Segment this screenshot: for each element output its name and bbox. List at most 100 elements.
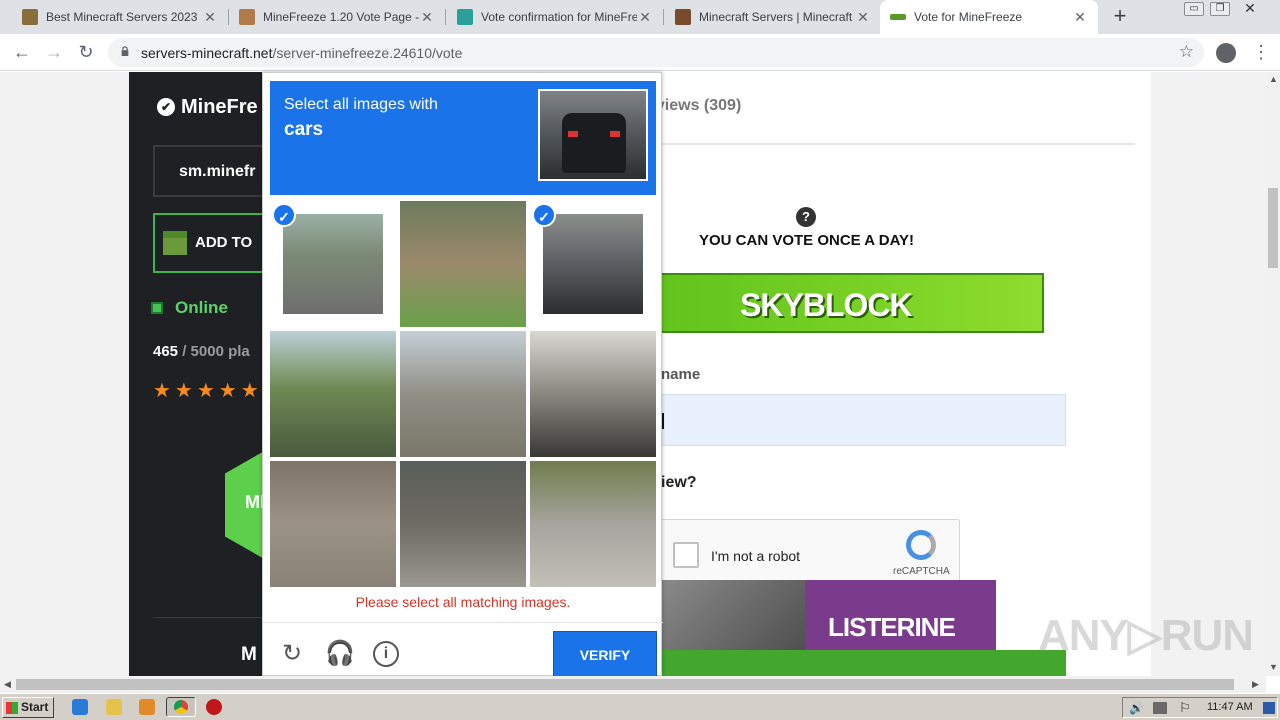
tab-3[interactable]: Minecraft Servers | Minecraft Se ✕ (665, 0, 881, 34)
question-icon[interactable]: ? (796, 207, 816, 227)
captcha-target: cars (284, 119, 324, 140)
url-path: /server-minefreeze.24610/vote (272, 45, 463, 61)
ie-icon[interactable] (72, 699, 88, 715)
tab-favicon-icon (890, 14, 906, 20)
minimize-button[interactable]: ▭ (1184, 2, 1204, 16)
server-banner: SKYBLOCK (658, 273, 1044, 333)
status-dot-icon (151, 302, 163, 314)
captcha-tile[interactable] (270, 331, 396, 457)
captcha-instruction: Select all images with (284, 96, 438, 113)
captcha-tile[interactable] (530, 461, 656, 587)
recaptcha-logo-icon (906, 530, 936, 560)
new-tab-button[interactable]: + (1108, 4, 1132, 28)
restore-button[interactable]: ❐ (1210, 2, 1230, 16)
close-icon[interactable]: ✕ (202, 9, 218, 26)
network-icon[interactable] (1153, 702, 1167, 714)
captcha-tile-image (400, 331, 526, 457)
ad-text: LISTERINE (828, 612, 956, 642)
vote-button-partial[interactable] (660, 650, 1066, 676)
sidebar-bottom-text: M (241, 644, 257, 665)
server-sidebar: ✔ MineFre sm.minefr ADD TO Online 465 / 5… (129, 72, 335, 676)
tab-favicon-icon (22, 9, 38, 25)
captcha-error: Please select all matching images. (355, 594, 571, 610)
tab-4[interactable]: Vote for MineFreeze ✕ (880, 0, 1098, 34)
start-label: Start (21, 700, 49, 714)
captcha-tile[interactable] (400, 331, 526, 457)
url-domain: servers-minecraft.net (141, 45, 273, 61)
captcha-tile[interactable] (400, 201, 526, 327)
captcha-tile[interactable] (400, 461, 526, 587)
menu-kebab-icon[interactable]: ⋮ (1252, 42, 1270, 63)
profile-avatar-icon[interactable] (1216, 43, 1236, 63)
alert-icon[interactable] (206, 699, 222, 715)
taillight (610, 131, 620, 137)
start-button[interactable]: Start (2, 697, 54, 718)
tab-title: Vote confirmation for MineFreez (481, 10, 637, 24)
folder-icon[interactable] (106, 699, 122, 715)
info-icon[interactable]: i (373, 641, 399, 667)
media-player-icon[interactable] (139, 699, 155, 715)
captcha-tile-image (270, 331, 396, 457)
clock: 11:47 AM (1207, 701, 1253, 713)
server-status: Online (151, 298, 228, 318)
tab-title: Vote for MineFreeze (914, 10, 1023, 24)
scroll-up-icon[interactable]: ▲ (1269, 74, 1278, 84)
recaptcha-checkbox[interactable] (673, 542, 699, 568)
username-input[interactable] (661, 394, 1066, 446)
tab-0[interactable]: Best Minecraft Servers 2023 ✕ (12, 0, 228, 34)
server-name: ✔ MineFre (157, 96, 258, 119)
tab-1[interactable]: MineFreeze 1.20 Vote Page - Mi ✕ (229, 0, 445, 34)
username-label: name (661, 366, 701, 383)
scroll-right-icon[interactable]: ▶ (1252, 679, 1259, 690)
captcha-tile[interactable]: ✓ (270, 201, 396, 327)
close-icon[interactable]: ✕ (1072, 9, 1088, 26)
scroll-left-icon[interactable]: ◀ (4, 679, 11, 690)
tab-favicon-icon (457, 9, 473, 25)
close-icon[interactable]: ✕ (855, 9, 871, 26)
vote-note: YOU CAN VOTE ONCE A DAY! (699, 232, 915, 249)
verify-button[interactable]: VERIFY (553, 631, 657, 677)
sample-car (562, 113, 626, 173)
volume-icon[interactable]: 🔊 (1129, 701, 1144, 715)
back-icon[interactable]: ← (10, 40, 34, 64)
show-desktop-icon[interactable] (1263, 702, 1275, 714)
flag-icon[interactable]: ⚐ (1179, 700, 1191, 716)
window-close-button[interactable]: ✕ (1240, 1, 1260, 16)
chrome-task-button[interactable] (166, 697, 196, 717)
close-icon[interactable]: ✕ (637, 9, 653, 26)
scroll-down-icon[interactable]: ▼ (1269, 662, 1278, 672)
address-bar[interactable]: servers-minecraft.net/server-minefreeze.… (108, 38, 1204, 67)
recaptcha-widget: I'm not a robot reCAPTCHA (660, 519, 960, 583)
scroll-thumb[interactable] (16, 679, 1234, 690)
tab-2[interactable]: Vote confirmation for MineFreez ✕ (447, 0, 663, 34)
reload-icon[interactable]: ↻ (277, 639, 307, 669)
review-question: iew? (661, 474, 697, 491)
forward-icon[interactable]: → (42, 40, 66, 64)
captcha-sample-image (538, 89, 648, 181)
watermark: ANY▷RUN (1038, 611, 1254, 660)
players-online: 465 (153, 343, 179, 360)
players-max: / 5000 pla (182, 343, 250, 360)
close-icon[interactable]: ✕ (419, 9, 435, 26)
captcha-tile-image (283, 214, 383, 314)
url-text: servers-minecraft.net/server-minefreeze.… (141, 45, 462, 61)
tab-title: MineFreeze 1.20 Vote Page - Mi (263, 10, 419, 24)
chrome-icon (174, 700, 188, 714)
bookmark-star-icon[interactable]: ☆ (1179, 42, 1194, 62)
browser-toolbar: ← → ↻ servers-minecraft.net/server-minef… (0, 34, 1280, 71)
vertical-scrollbar[interactable]: ▲ ▼ (1266, 72, 1280, 676)
banner-text: SKYBLOCK (740, 287, 913, 323)
captcha-tile-image (530, 331, 656, 457)
reload-icon[interactable]: ↻ (74, 40, 98, 64)
captcha-tile[interactable] (530, 331, 656, 457)
scroll-thumb[interactable] (1268, 188, 1278, 268)
captcha-tile[interactable] (270, 461, 396, 587)
captcha-tile-image (270, 461, 396, 587)
captcha-tile-image (543, 214, 643, 314)
lock-icon (121, 46, 129, 56)
captcha-tile[interactable]: ✓ (530, 201, 656, 327)
horizontal-scrollbar[interactable]: ◀ ▶ (0, 676, 1266, 693)
tabs-divider (649, 143, 1135, 145)
audio-headphones-icon[interactable]: 🎧 (325, 639, 355, 669)
captcha-tile-image (530, 461, 656, 587)
